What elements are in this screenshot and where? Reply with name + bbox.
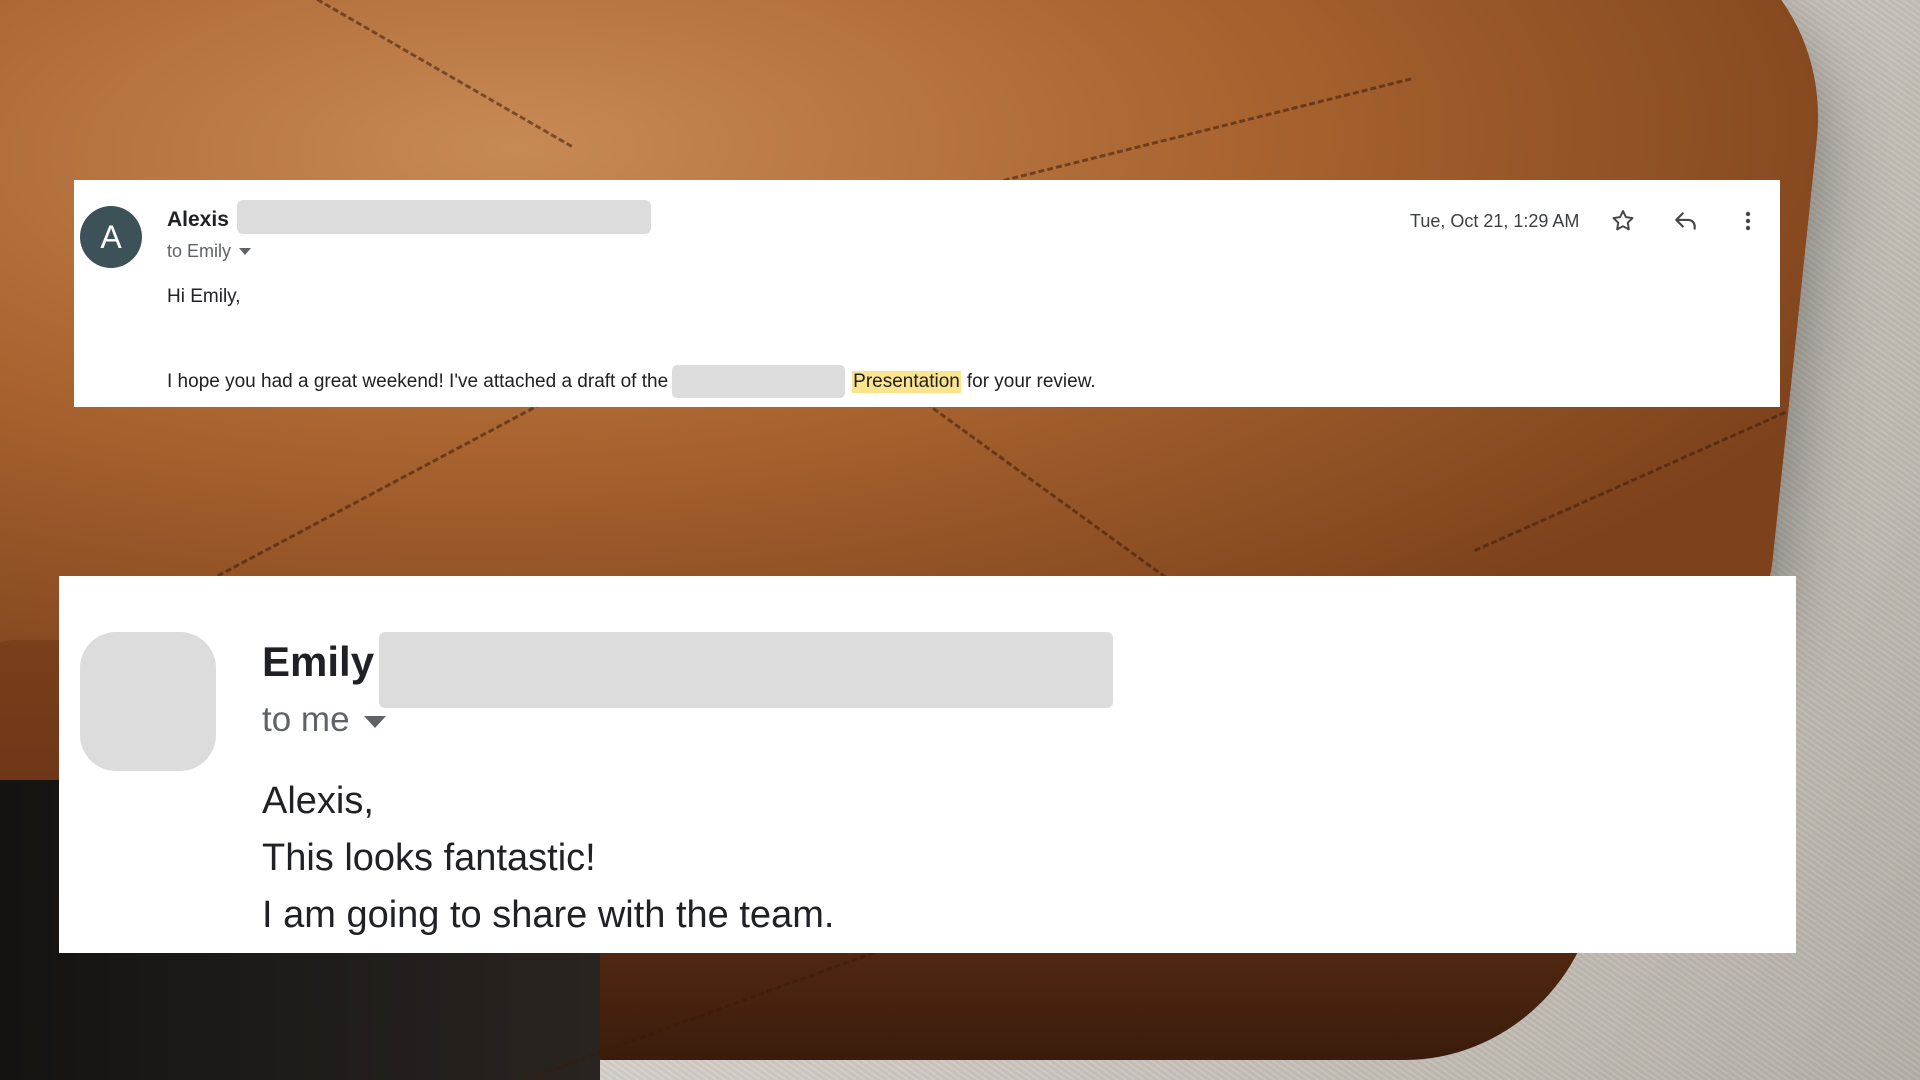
recipient-details-toggle[interactable]: to me <box>262 700 386 740</box>
email-message-original: A Alexis to Emily Tue, Oct 21, 1:29 AM H… <box>74 180 1780 407</box>
reply-body-line: Alexis, <box>262 780 374 822</box>
more-vert-icon[interactable] <box>1733 206 1763 236</box>
body-text-after: for your review. <box>966 370 1096 392</box>
recipient-line: to Emily <box>167 241 232 261</box>
redacted-project-name <box>672 365 846 398</box>
body-text-before: I hope you had a great weekend! I've att… <box>167 370 669 392</box>
reply-body-line: This looks fantastic! <box>262 837 596 879</box>
chevron-down-icon[interactable] <box>239 248 252 255</box>
reply-icon[interactable] <box>1671 206 1701 236</box>
sender-name[interactable]: Alexis <box>167 208 229 232</box>
message-date[interactable]: Tue, Oct 21, 1:29 AM <box>1410 211 1579 232</box>
reply-body-line: I am going to share with the team. <box>262 894 835 936</box>
star-icon[interactable] <box>1608 206 1638 236</box>
recipient-line: to me <box>262 700 350 739</box>
redacted-email-address <box>237 200 651 234</box>
recipient-details-toggle[interactable]: to Emily <box>167 241 252 262</box>
chevron-down-icon[interactable] <box>363 716 386 728</box>
sender-name[interactable]: Emily <box>262 638 374 686</box>
highlighted-word: Presentation <box>852 370 961 393</box>
message-body-line: I hope you had a great weekend! I've att… <box>167 365 1096 398</box>
redacted-email-address <box>379 632 1113 708</box>
email-message-reply: Emily to me Alexis, This looks fantastic… <box>59 576 1796 953</box>
message-greeting: Hi Emily, <box>167 286 241 307</box>
sender-avatar-redacted[interactable] <box>80 632 216 771</box>
sender-avatar[interactable]: A <box>80 206 142 268</box>
